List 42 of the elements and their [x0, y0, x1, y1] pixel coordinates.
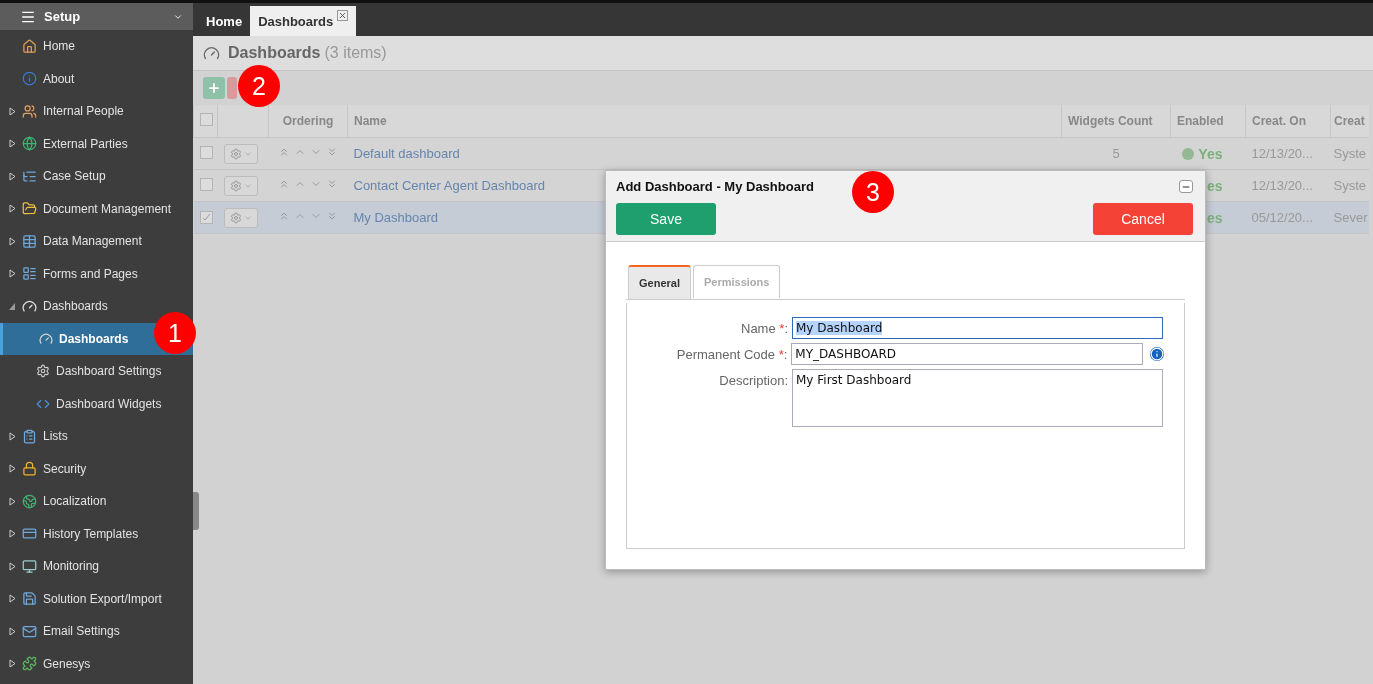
sidebar-item[interactable]: Security: [0, 452, 193, 485]
sidebar-item[interactable]: About: [0, 62, 193, 95]
cancel-button[interactable]: Cancel: [1093, 203, 1193, 235]
table-cell: 5: [1112, 146, 1120, 161]
sidebar-item[interactable]: Document Management: [0, 192, 193, 225]
tab[interactable]: Home: [198, 6, 251, 36]
table-cell: 12/13/20...: [1251, 146, 1313, 161]
field-label: Permanent Code *:: [675, 346, 788, 362]
table-cell: Syste: [1333, 178, 1366, 193]
sidebar-item[interactable]: Email Settings: [0, 615, 193, 648]
sidebar-item[interactable]: Data Management: [0, 225, 193, 258]
page-title: Dashboards: [228, 44, 321, 62]
sidebar-item[interactable]: Solution Export/Import: [0, 582, 193, 615]
sidebar-item[interactable]: Dashboard Widgets: [0, 387, 193, 420]
sidebar-item[interactable]: Monitoring: [0, 550, 193, 583]
tab[interactable]: General: [628, 265, 691, 299]
sidebar-item[interactable]: History Templates: [0, 517, 193, 550]
sidebar-item[interactable]: Forms and Pages: [0, 257, 193, 290]
sidebar-item[interactable]: Lists: [0, 420, 193, 453]
status-enabled: es: [1206, 209, 1223, 226]
table-cell: Sever: [1333, 210, 1368, 225]
status-enabled: es: [1206, 177, 1223, 194]
sidebar-item[interactable]: Dashboard Settings: [0, 355, 193, 388]
table-cell: Syste: [1333, 146, 1366, 161]
status-enabled: Yes: [1198, 145, 1223, 162]
table-cell: 05/12/20...: [1251, 210, 1313, 225]
sidebar-item[interactable]: Internal People: [0, 95, 193, 128]
field-label: Name *:: [740, 320, 788, 336]
sidebar-item[interactable]: Localization: [0, 485, 193, 518]
sidebar-header[interactable]: Setup: [0, 3, 193, 30]
tab[interactable]: Dashboards: [250, 6, 357, 36]
text-field[interactable]: MY_DASHBOARD: [791, 343, 1143, 365]
sidebar-item[interactable]: Home: [0, 30, 193, 63]
sidebar-item[interactable]: Genesys: [0, 647, 193, 680]
dialog-title: Add Dashboard - My Dashboard: [616, 179, 814, 194]
sidebar-item[interactable]: External Parties: [0, 127, 193, 160]
table-cell: 12/13/20...: [1251, 178, 1313, 193]
field-label: Description:: [718, 372, 788, 388]
description-field[interactable]: My First Dashboard: [792, 369, 1163, 427]
sidebar-item[interactable]: Case Setup: [0, 160, 193, 193]
item-count: (3 items): [324, 44, 387, 62]
text-field[interactable]: My Dashboard: [792, 317, 1163, 339]
